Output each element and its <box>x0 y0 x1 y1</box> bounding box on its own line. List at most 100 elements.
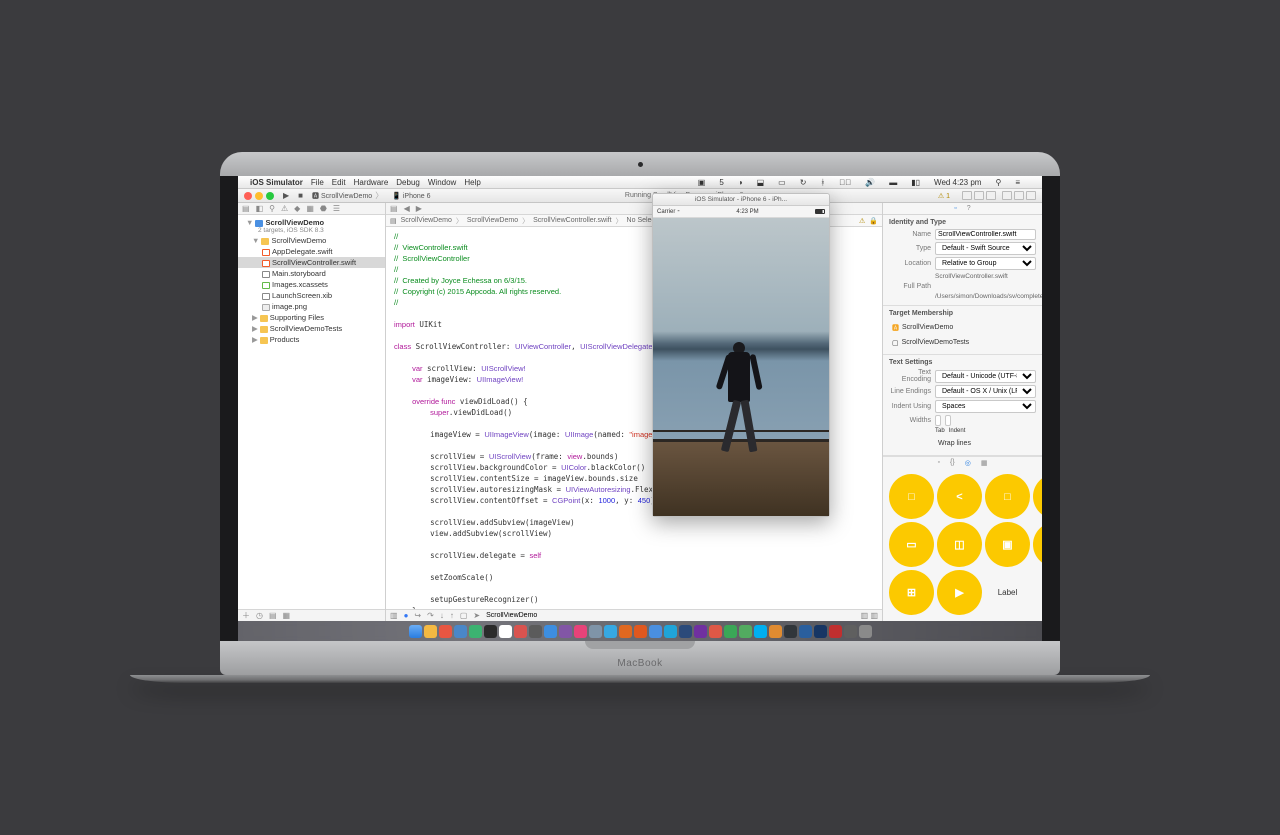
tree-item[interactable]: LaunchScreen.xib <box>238 290 385 301</box>
menu-file[interactable]: File <box>311 178 324 187</box>
dock-app[interactable] <box>784 625 797 638</box>
add-button[interactable]: ＋ <box>242 610 250 621</box>
toggle-utilities-button[interactable] <box>1026 191 1036 200</box>
dock-app[interactable] <box>769 625 782 638</box>
continue-button[interactable]: ↪ <box>414 611 421 620</box>
standard-editor-button[interactable] <box>962 191 972 200</box>
lib-collection-controller[interactable]: ▫ <box>1033 474 1042 519</box>
assistant-editor-button[interactable] <box>974 191 984 200</box>
adobe-icon[interactable]: ▣ <box>698 178 706 187</box>
file-name-field[interactable] <box>935 229 1036 240</box>
tree-item[interactable]: image.png <box>238 301 385 312</box>
dock-app[interactable] <box>814 625 827 638</box>
view-debug-button[interactable]: ▢ <box>460 611 468 620</box>
menu-hardware[interactable]: Hardware <box>354 178 389 187</box>
dock-app[interactable] <box>799 625 812 638</box>
lib-view-controller[interactable]: □ <box>889 474 934 519</box>
stop-button[interactable]: ■ <box>298 191 303 200</box>
app-content-image[interactable] <box>653 218 829 516</box>
run-button[interactable]: ▶ <box>283 191 289 200</box>
lib-glkit-controller[interactable]: ◧ <box>1033 522 1042 567</box>
file-inspector-tab[interactable]: ▫ <box>954 205 956 212</box>
dock-app[interactable] <box>424 625 437 638</box>
dock-app[interactable] <box>739 625 752 638</box>
dock-app[interactable] <box>604 625 617 638</box>
tree-item[interactable]: AppDelegate.swift <box>238 246 385 257</box>
volume-icon[interactable]: 🔊 <box>865 178 875 187</box>
wifi-icon[interactable]: �᷍ <box>839 178 851 187</box>
location-select[interactable]: Relative to Group <box>935 257 1036 270</box>
dock-app[interactable] <box>544 625 557 638</box>
back-button[interactable]: ◀ <box>404 204 410 213</box>
tree-item[interactable]: ▼ScrollViewDemo <box>238 235 385 246</box>
lib-nav-controller[interactable]: < <box>937 474 982 519</box>
toggle-debug-button[interactable] <box>1014 191 1024 200</box>
project-root[interactable]: ▼ScrollViewDemo 2 targets, iOS SDK 8.3 <box>238 217 385 235</box>
simulator-window[interactable]: iOS Simulator - iPhone 6 - iPh... Carrie… <box>652 193 830 517</box>
tree-item[interactable]: ▶Products <box>238 334 385 345</box>
dock-app[interactable] <box>574 625 587 638</box>
sync-icon[interactable]: ↻ <box>800 178 807 187</box>
close-window-button[interactable] <box>244 192 252 200</box>
clock[interactable]: Wed 4:23 pm <box>934 178 981 187</box>
file-type-select[interactable]: Default - Swift Source <box>935 242 1036 255</box>
dock-app[interactable] <box>529 625 542 638</box>
dock-app[interactable] <box>454 625 467 638</box>
symbol-nav-tab[interactable]: ◧ <box>256 204 264 213</box>
dock-app[interactable] <box>514 625 527 638</box>
dock-app[interactable] <box>754 625 767 638</box>
lib-object[interactable]: ▶ <box>937 570 982 615</box>
dock-app[interactable] <box>484 625 497 638</box>
report-nav-tab[interactable]: ☰ <box>333 204 340 213</box>
tree-item[interactable]: ▶ScrollViewDemoTests <box>238 323 385 334</box>
dock-app[interactable] <box>679 625 692 638</box>
object-lib-tab[interactable]: ◎ <box>965 459 971 467</box>
warnings-badge[interactable]: ⚠ 1 <box>938 192 950 200</box>
notif-icon[interactable]: 5 <box>719 178 723 187</box>
lib-page-controller[interactable]: ▣ <box>985 522 1030 567</box>
lib-button[interactable]: Button <box>1033 570 1042 615</box>
simulator-titlebar[interactable]: iOS Simulator - iPhone 6 - iPh... <box>653 194 829 206</box>
dock-app[interactable] <box>589 625 602 638</box>
location-button[interactable]: ➤ <box>473 611 480 620</box>
tree-item[interactable]: ▶Supporting Files <box>238 312 385 323</box>
app-menu[interactable]: iOS Simulator <box>250 178 303 187</box>
forward-button[interactable]: ▶ <box>416 204 422 213</box>
process-filter[interactable] <box>486 612 855 619</box>
dock-finder[interactable] <box>409 625 422 638</box>
bluetooth-icon[interactable]: ᚼ <box>820 178 825 187</box>
encoding-select[interactable]: Default - Unicode (UTF-8) <box>935 370 1036 383</box>
indent-using-select[interactable]: Spaces <box>935 400 1036 413</box>
battery-icon[interactable]: ▮▯ <box>911 178 920 187</box>
dock-app[interactable] <box>829 625 842 638</box>
flag-icon[interactable]: ▬ <box>889 178 897 187</box>
dropbox-icon[interactable]: ⬓ <box>757 178 765 187</box>
menu-debug[interactable]: Debug <box>396 178 420 187</box>
toggle-navigator-button[interactable] <box>1002 191 1012 200</box>
zoom-window-button[interactable] <box>266 192 274 200</box>
quick-help-tab[interactable]: ? <box>967 205 971 212</box>
menu-help[interactable]: Help <box>464 178 480 187</box>
line-endings-select[interactable]: Default - OS X / Unix (LF) <box>935 385 1036 398</box>
dock-trash[interactable] <box>859 625 872 638</box>
version-editor-button[interactable] <box>986 191 996 200</box>
indent-width-field[interactable] <box>945 415 951 426</box>
issue-nav-tab[interactable]: ⚠ <box>281 204 288 213</box>
jump-lock-icon[interactable]: 🔒 <box>869 217 878 225</box>
find-nav-tab[interactable]: ⚲ <box>269 204 275 213</box>
breakpoints-button[interactable]: ● <box>404 611 409 620</box>
notification-center-icon[interactable]: ≡ <box>1015 178 1020 187</box>
step-in-button[interactable]: ↓ <box>440 611 444 620</box>
step-over-button[interactable]: ↷ <box>427 611 434 620</box>
dock-app[interactable] <box>694 625 707 638</box>
related-items-button[interactable]: ▤ <box>390 204 398 213</box>
lib-label[interactable]: Label <box>985 570 1030 615</box>
device-selector[interactable]: 📱 iPhone 6 <box>392 192 430 200</box>
lib-split-controller[interactable]: ◫ <box>937 522 982 567</box>
dock-app[interactable] <box>499 625 512 638</box>
timemachine-icon[interactable]: ◑ <box>738 178 743 187</box>
tree-item[interactable]: ScrollViewController.swift <box>238 257 385 268</box>
code-snippet-lib-tab[interactable]: {} <box>950 459 955 466</box>
hide-debug-button[interactable]: ▥ <box>390 611 398 620</box>
scm-filter-button[interactable]: ▤ <box>269 611 277 620</box>
